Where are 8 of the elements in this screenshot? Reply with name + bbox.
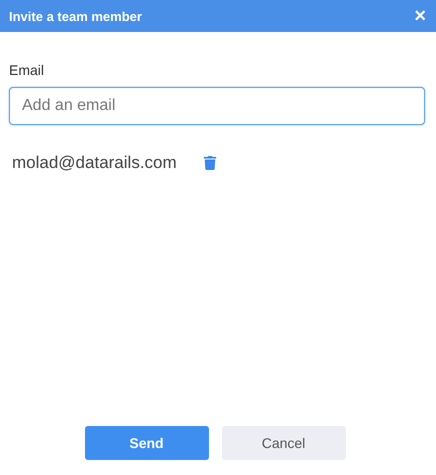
- dialog-title: Invite a team member: [9, 8, 142, 24]
- close-button[interactable]: ×: [414, 6, 426, 26]
- email-input[interactable]: Add an email: [9, 87, 425, 125]
- trash-icon[interactable]: [202, 156, 217, 170]
- email-label: Email: [9, 62, 46, 78]
- send-button[interactable]: Send: [84, 426, 208, 460]
- cancel-button[interactable]: Cancel: [222, 426, 346, 460]
- invited-email: molad@datarails.com: [12, 153, 177, 173]
